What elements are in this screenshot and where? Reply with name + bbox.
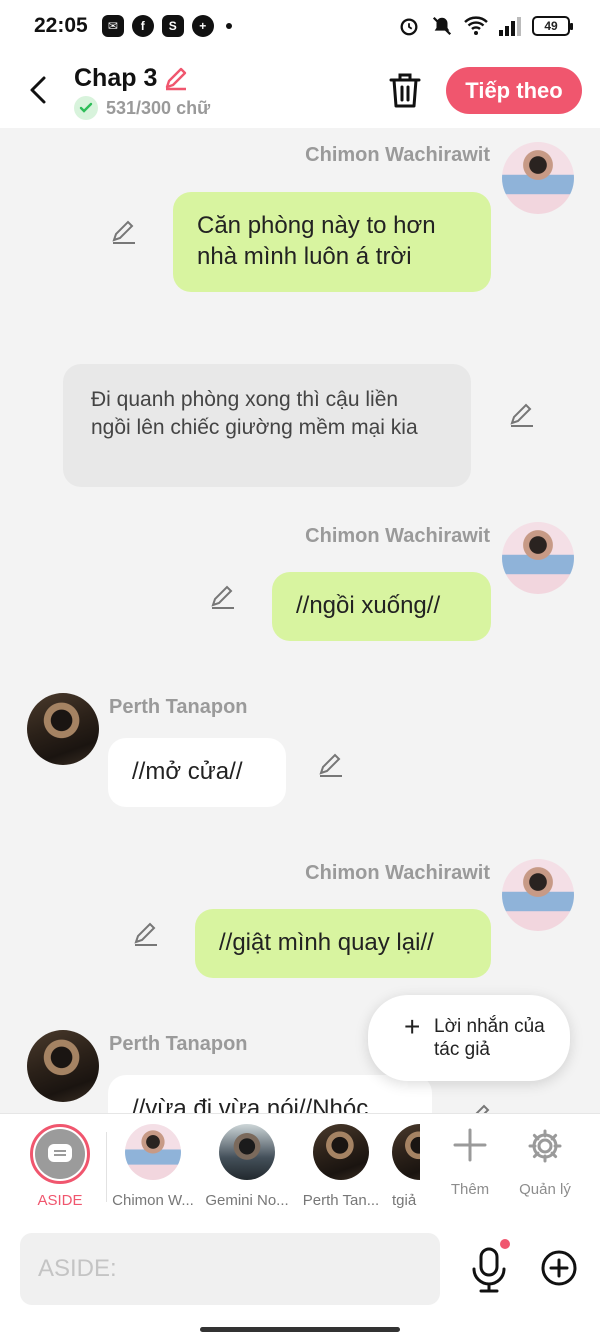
manage-label: Quản lý xyxy=(519,1181,571,1198)
plus-icon xyxy=(453,1128,487,1162)
avatar xyxy=(125,1124,181,1180)
status-time: 22:05 xyxy=(34,14,88,37)
character-chip[interactable]: tgiả xyxy=(392,1124,420,1209)
character-chip[interactable]: Gemini No... xyxy=(204,1124,290,1209)
avatar[interactable] xyxy=(27,693,99,765)
avatar[interactable] xyxy=(502,142,574,214)
avatar xyxy=(392,1124,420,1180)
alarm-icon xyxy=(400,18,418,36)
message-input[interactable]: ASIDE: xyxy=(20,1233,440,1305)
message-bubble[interactable]: //mở cửa// xyxy=(108,738,286,807)
avatar xyxy=(219,1124,275,1180)
plus-icon: + xyxy=(404,1011,421,1042)
mute-icon xyxy=(432,16,452,36)
author-note-label: Lời nhắn của tác giả xyxy=(434,1016,545,1060)
aside-button[interactable] xyxy=(30,1124,90,1184)
add-label: Thêm xyxy=(450,1181,490,1198)
edit-message-icon[interactable] xyxy=(508,401,536,429)
message-bubble[interactable]: //vừa đi vừa nói//Nhóc xyxy=(108,1075,432,1113)
edit-message-icon[interactable] xyxy=(209,583,237,611)
edit-message-icon[interactable] xyxy=(466,1102,494,1113)
message-bubble[interactable]: Căn phòng này to hơn nhà mình luôn á trờ… xyxy=(173,192,491,292)
next-button[interactable]: Tiếp theo xyxy=(446,67,582,114)
character-name: tgiả xyxy=(392,1192,417,1209)
character-chip[interactable]: Chimon W... xyxy=(110,1124,196,1209)
shopping-notification-icon: S xyxy=(161,15,184,37)
editor-header: Chap 3 531/300 chữ Tiếp theo xyxy=(0,52,600,128)
character-bar: ASIDE Chimon W... Gemini No... Perth Tan… xyxy=(0,1113,600,1221)
battery-indicator: 49 xyxy=(532,16,573,36)
avatar[interactable] xyxy=(502,522,574,594)
system-nav-bar xyxy=(0,1321,600,1343)
narration-bubble[interactable]: Đi quanh phòng xong thì cậu liền ngồi lê… xyxy=(63,364,471,487)
author-note-button[interactable]: + Lời nhắn của tác giả xyxy=(368,995,570,1081)
add-user-notification-icon: + xyxy=(191,15,214,37)
message-bubble[interactable]: //giật mình quay lại// xyxy=(195,909,491,978)
message-sender: Chimon Wachirawit xyxy=(305,525,490,547)
character-name: Gemini No... xyxy=(205,1192,289,1209)
word-count: 531/300 chữ xyxy=(74,96,210,120)
edit-message-icon[interactable] xyxy=(132,920,160,948)
more-notifications-icon xyxy=(225,23,232,29)
chapter-title: Chap 3 xyxy=(74,64,158,92)
character-name: Chimon W... xyxy=(112,1192,194,1209)
chat-area[interactable]: Chimon Wachirawit Căn phòng này to hơn n… xyxy=(0,128,600,1113)
aside-label: ASIDE xyxy=(37,1192,83,1209)
status-bar: 22:05 ✉ f S + 49 xyxy=(0,0,600,52)
facebook-notification-icon: f xyxy=(131,15,154,37)
wifi-icon xyxy=(464,16,488,35)
message-bubble[interactable]: //ngồi xuống// xyxy=(272,572,491,641)
home-indicator[interactable] xyxy=(200,1327,400,1332)
message-sender: Perth Tanapon xyxy=(109,696,248,718)
edit-message-icon[interactable] xyxy=(317,751,345,779)
avatar[interactable] xyxy=(502,859,574,931)
manage-button[interactable]: Quản lý xyxy=(510,1128,580,1198)
check-icon xyxy=(74,96,98,120)
gear-icon xyxy=(528,1129,562,1163)
add-character-button[interactable]: Thêm xyxy=(435,1128,505,1198)
character-chip[interactable]: Perth Tan... xyxy=(298,1124,384,1209)
avatar xyxy=(313,1124,369,1180)
input-bar: ASIDE: xyxy=(0,1221,600,1321)
messenger-notification-icon: ✉ xyxy=(101,15,124,37)
word-count-text: 531/300 chữ xyxy=(106,97,211,118)
edit-title-icon[interactable] xyxy=(162,64,190,92)
edit-message-icon[interactable] xyxy=(110,218,138,246)
chevron-left-icon xyxy=(30,76,46,104)
signal-icon xyxy=(499,17,521,36)
microphone-icon[interactable] xyxy=(470,1247,508,1293)
divider xyxy=(106,1132,107,1202)
trash-icon[interactable] xyxy=(386,70,424,110)
recording-indicator xyxy=(500,1239,510,1249)
back-button[interactable] xyxy=(22,70,54,110)
add-circle-icon[interactable] xyxy=(540,1249,578,1287)
message-sender: Chimon Wachirawit xyxy=(305,144,490,166)
message-sender: Perth Tanapon xyxy=(109,1033,248,1055)
character-name: Perth Tan... xyxy=(302,1192,380,1209)
aside-icon xyxy=(35,1129,85,1179)
message-sender: Chimon Wachirawit xyxy=(305,862,490,884)
avatar[interactable] xyxy=(27,1030,99,1102)
